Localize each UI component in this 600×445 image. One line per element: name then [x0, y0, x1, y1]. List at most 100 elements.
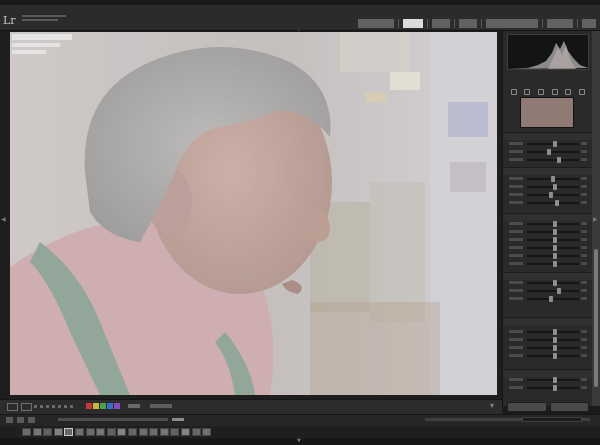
color-labels[interactable] [86, 403, 120, 409]
toolbar-menu-chevron-icon[interactable]: ▾ [490, 401, 494, 410]
slider[interactable] [509, 176, 587, 182]
radial-filter-icon[interactable] [565, 89, 572, 95]
histogram-chart-icon [508, 41, 588, 69]
grid-view-icon[interactable] [6, 417, 13, 423]
slider[interactable] [509, 149, 587, 155]
filmstrip-filename [172, 418, 184, 421]
slider[interactable] [509, 261, 587, 267]
spot-removal-icon[interactable] [524, 89, 531, 95]
section-header[interactable] [503, 272, 593, 280]
view-mode-icon[interactable] [7, 403, 18, 411]
portrait-photo-icon [10, 32, 497, 395]
filmstrip-thumbnail[interactable] [138, 428, 148, 436]
tab-separator [398, 19, 399, 28]
section-header[interactable] [503, 317, 593, 325]
slider[interactable] [509, 229, 587, 235]
slider[interactable] [509, 221, 587, 227]
before-after-icon[interactable] [21, 403, 32, 411]
filmstrip-thumbnail[interactable] [106, 428, 116, 436]
right-develop-panel [502, 31, 593, 412]
section-header[interactable] [503, 369, 593, 377]
tab-separator [577, 19, 578, 28]
filmstrip-thumbnail[interactable] [159, 428, 169, 436]
collapse-filmstrip-icon[interactable]: ▼ [297, 439, 301, 444]
previous-button[interactable] [507, 402, 547, 412]
filmstrip-thumbnail[interactable] [181, 428, 190, 436]
forward-arrow-icon[interactable] [28, 417, 35, 423]
slider[interactable] [509, 345, 587, 351]
navigation-arrows[interactable] [128, 404, 140, 408]
tab-print[interactable] [547, 19, 573, 28]
filmstrip-thumbnail[interactable] [202, 428, 212, 436]
slider[interactable] [509, 192, 587, 198]
scrollbar-thumb[interactable] [594, 249, 598, 387]
main-photo[interactable] [10, 32, 497, 395]
color-label-yellow[interactable] [93, 403, 99, 409]
preview-swatch [520, 97, 574, 128]
section-header[interactable] [503, 213, 593, 221]
identity-plate [22, 15, 66, 24]
tab-separator [481, 19, 482, 28]
crop-tool-icon[interactable] [510, 89, 517, 95]
tab-map[interactable] [432, 19, 450, 28]
develop-tool-strip[interactable] [507, 88, 589, 96]
slider[interactable] [509, 296, 587, 302]
tab-separator [542, 19, 543, 28]
back-arrow-icon[interactable] [17, 417, 24, 423]
filmstrip-thumbnail[interactable] [170, 428, 180, 436]
section-header[interactable] [503, 167, 593, 175]
filmstrip-filter-select[interactable] [522, 417, 582, 422]
filmstrip-thumbnail[interactable] [22, 428, 31, 436]
slider[interactable] [509, 253, 587, 259]
slider[interactable] [509, 385, 587, 391]
tab-web[interactable] [582, 19, 596, 28]
slider[interactable] [509, 337, 587, 343]
develop-toolbar [0, 399, 502, 414]
red-eye-icon[interactable] [538, 89, 545, 95]
color-label-blue[interactable] [107, 403, 113, 409]
star-rating[interactable] [34, 405, 73, 408]
tab-separator [454, 19, 455, 28]
toolbar-option-text[interactable] [150, 404, 172, 408]
color-label-red[interactable] [86, 403, 92, 409]
tab-develop[interactable] [403, 19, 423, 28]
slider[interactable] [509, 329, 587, 335]
slider[interactable] [509, 377, 587, 383]
histogram [507, 34, 589, 70]
adjustment-brush-icon[interactable] [579, 89, 586, 95]
filmstrip-source-path[interactable] [58, 418, 168, 421]
tab-slideshow[interactable] [486, 19, 538, 28]
slider[interactable] [509, 353, 587, 359]
color-label-purple[interactable] [114, 403, 120, 409]
reset-button[interactable] [549, 402, 589, 412]
slider[interactable] [509, 245, 587, 251]
filmstrip-thumbnail[interactable] [85, 428, 95, 436]
filmstrip-thumbnail[interactable] [191, 428, 201, 436]
graduated-filter-icon[interactable] [551, 89, 558, 95]
panel-button-row [507, 402, 589, 412]
section-header[interactable] [503, 132, 593, 140]
filmstrip-nav[interactable] [6, 417, 35, 423]
filmstrip-thumbnail[interactable] [32, 428, 42, 436]
tab-book[interactable] [459, 19, 477, 28]
filmstrip-thumbnail[interactable] [128, 428, 137, 436]
slider[interactable] [509, 280, 587, 286]
filmstrip-thumbnail[interactable] [117, 428, 127, 436]
slider[interactable] [509, 157, 587, 163]
collapse-right-panel-icon[interactable]: ▶ [593, 216, 598, 223]
slider[interactable] [509, 141, 587, 147]
filmstrip-thumbnail[interactable] [64, 428, 74, 436]
filmstrip-thumbnail[interactable] [43, 428, 53, 436]
color-label-green[interactable] [100, 403, 106, 409]
tab-library[interactable] [358, 19, 394, 28]
filmstrip-thumbnail[interactable] [96, 428, 106, 436]
slider[interactable] [509, 184, 587, 190]
filmstrip-thumbnail[interactable] [75, 428, 84, 436]
slider[interactable] [509, 288, 587, 294]
filmstrip-thumbnail[interactable] [53, 428, 63, 436]
filmstrip-thumbnail[interactable] [149, 428, 159, 436]
slider[interactable] [509, 237, 587, 243]
collapse-left-panel-icon[interactable]: ◀ [1, 216, 6, 223]
module-tabs [358, 19, 596, 28]
slider[interactable] [509, 200, 587, 206]
